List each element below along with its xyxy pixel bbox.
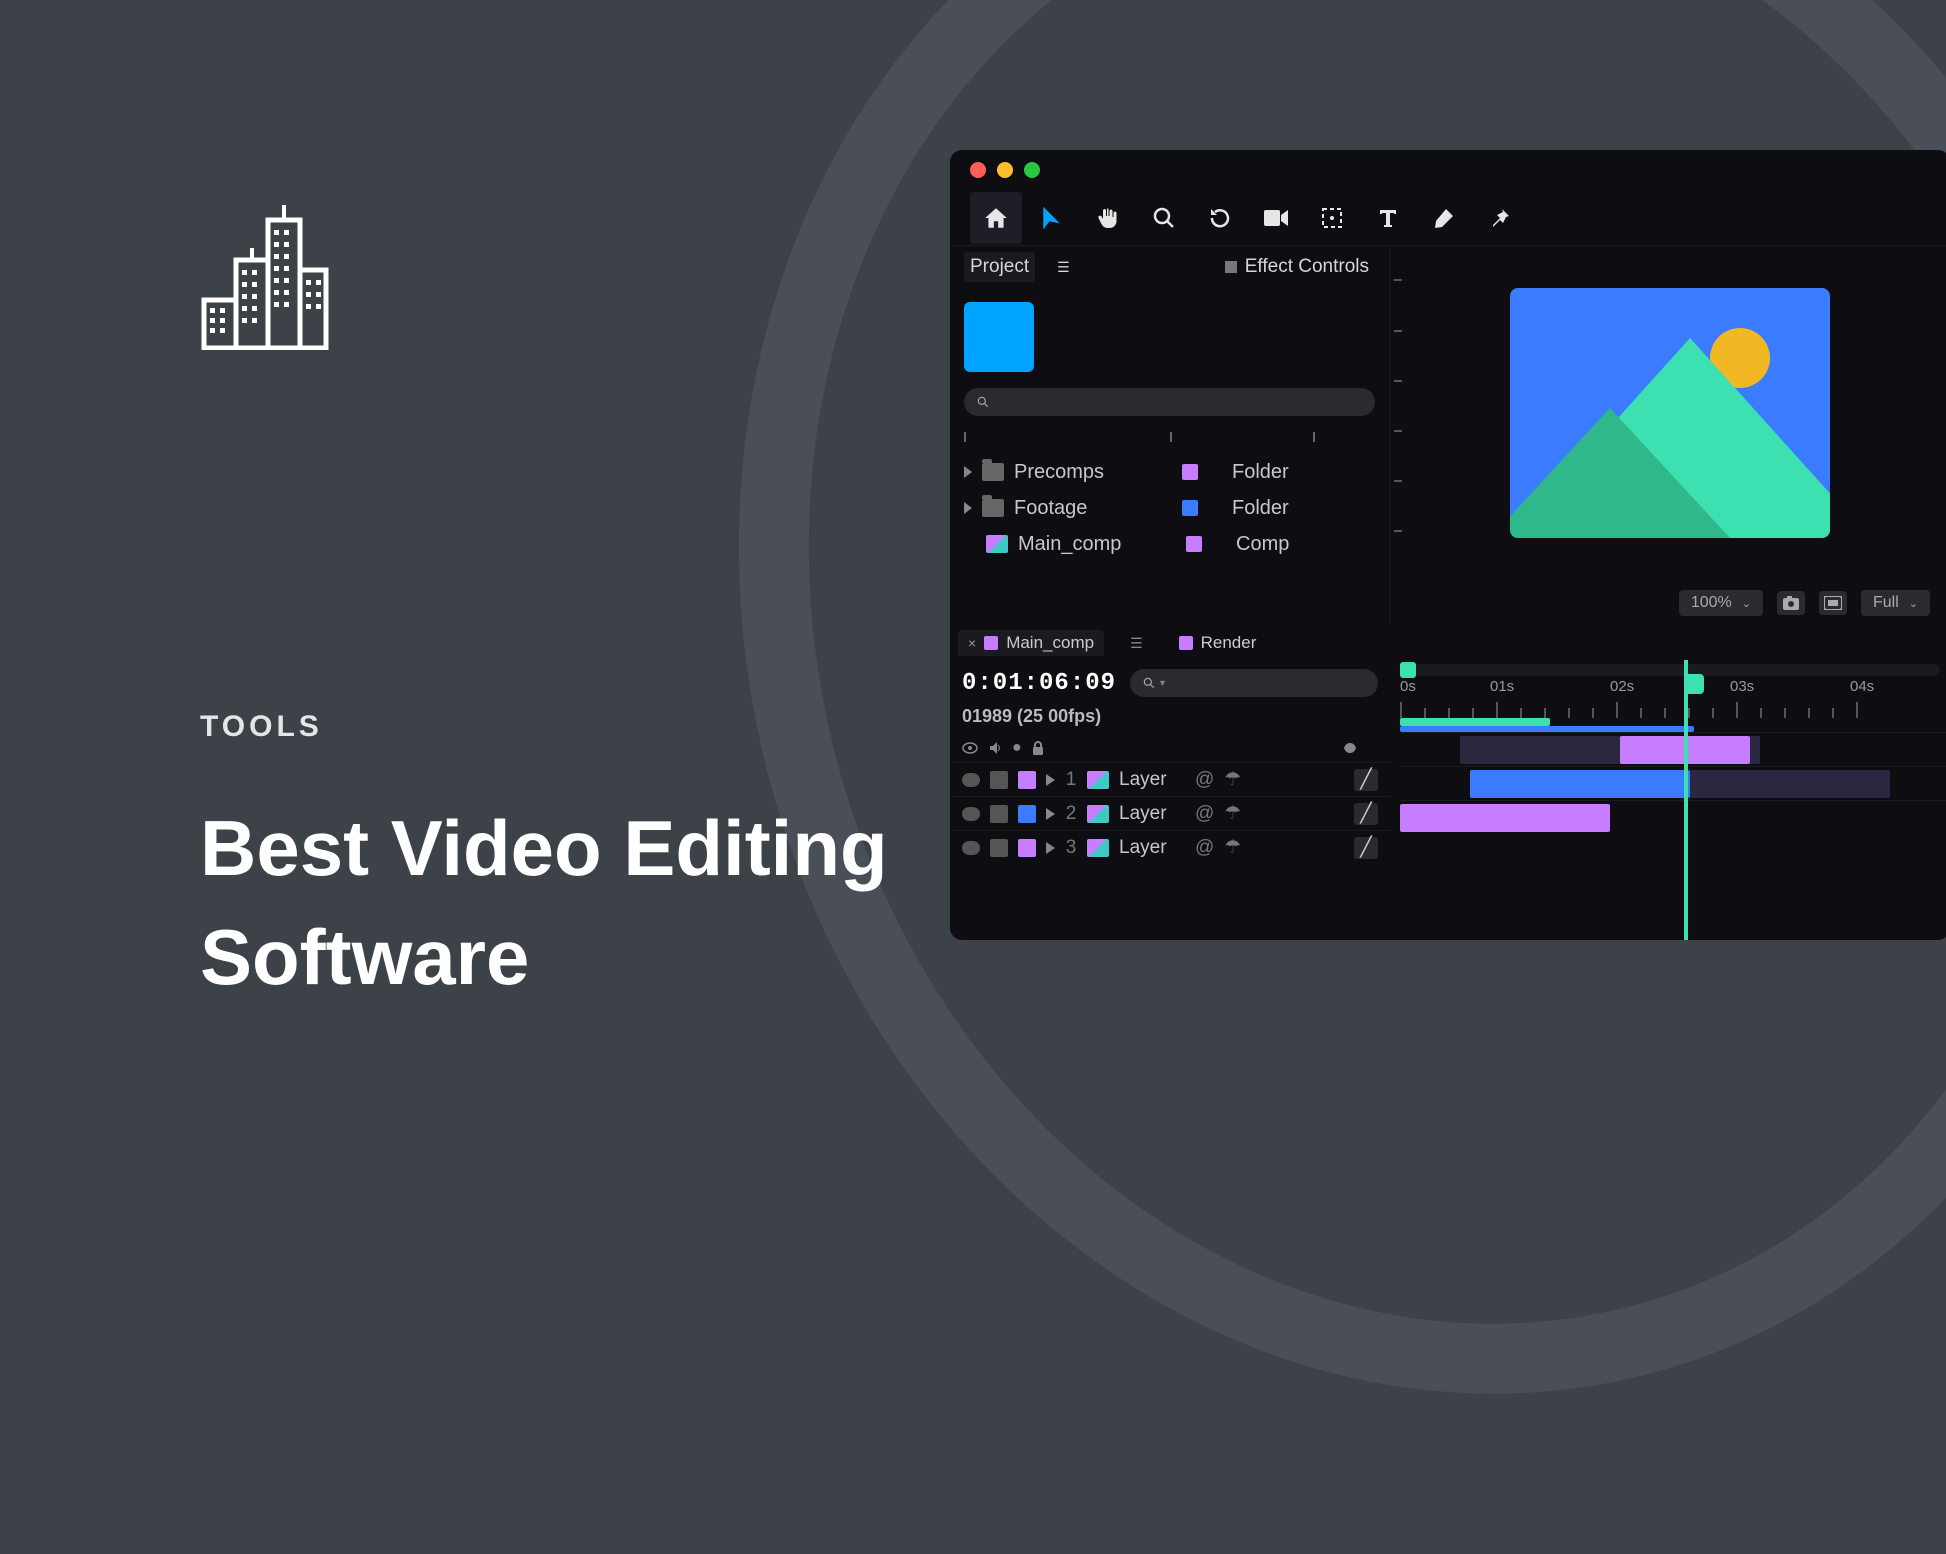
layer-color-swatch[interactable] [1018,771,1036,789]
expand-icon [964,466,972,478]
tab-effect-controls[interactable]: Effect Controls [1219,252,1375,282]
expand-layer-icon[interactable] [1046,774,1055,786]
preview-canvas[interactable] [1510,288,1830,538]
solo-toggle-icon[interactable]: ● [1012,739,1022,757]
solo-box[interactable] [990,805,1008,823]
switch-button[interactable]: ╱ [1354,803,1378,825]
color-swatch [1182,464,1198,480]
quality-dropdown[interactable]: Full⌄ [1861,590,1930,616]
pen-tool[interactable] [1418,192,1470,244]
shy-icon[interactable]: ☂ [1224,768,1241,791]
layer-type-icon [1087,839,1109,857]
layer-row-1[interactable]: 1 Layer @ ☂ ╱ [950,762,1390,796]
timeline-meta: 01989 (25 00fps) [950,706,1390,734]
brand-logo-icon [200,200,900,350]
pin-tool[interactable] [1474,192,1526,244]
layer-row-3[interactable]: 3 Layer @ ☂ ╱ [950,830,1390,864]
folder-icon [982,499,1004,517]
expand-icon [964,502,972,514]
timeline-search-input[interactable]: ▾ [1130,669,1378,697]
timeline-tab-render[interactable]: Render [1169,630,1267,656]
text-tool[interactable] [1362,192,1414,244]
expand-layer-icon[interactable] [1046,808,1055,820]
editor-window: Project ☰ Effect Controls Precomp [950,150,1946,940]
home-tool[interactable] [970,192,1022,244]
work-area-start[interactable] [1400,662,1416,678]
timeline-panel-menu[interactable]: ☰ [1120,632,1153,655]
project-search-input[interactable] [964,388,1375,416]
color-swatch [1186,536,1202,552]
page-title: Best Video Editing Software [200,794,900,1012]
category-label: TOOLS [200,710,900,744]
audio-toggle-icon[interactable] [988,741,1002,755]
color-swatch [1182,500,1198,516]
layer-row-2[interactable]: 2 Layer @ ☂ ╱ [950,796,1390,830]
layer-color-swatch[interactable] [1018,805,1036,823]
preview-panel: 100%⌄ Full⌄ [1390,246,1946,626]
rotate-tool[interactable] [1194,192,1246,244]
selected-thumbnail[interactable] [964,302,1034,372]
display-mode-button[interactable] [1819,591,1847,615]
visibility-toggle-icon[interactable] [962,742,978,754]
toolbar [950,190,1946,246]
layer-color-swatch[interactable] [1018,839,1036,857]
region-tool[interactable] [1306,192,1358,244]
track-1[interactable] [1400,732,1946,766]
at-icon: @ [1195,837,1214,859]
shy-icon[interactable]: ☂ [1224,836,1241,859]
project-item-footage[interactable]: Footage Folder [964,490,1375,526]
solo-box[interactable] [990,839,1008,857]
selection-tool[interactable] [1026,192,1078,244]
window-titlebar [950,150,1946,190]
expand-layer-icon[interactable] [1046,842,1055,854]
zoom-dropdown[interactable]: 100%⌄ [1679,590,1763,616]
tab-close-icon[interactable]: × [968,635,976,651]
visibility-icon[interactable] [962,807,980,821]
search-icon [1142,676,1156,690]
panel-menu-button[interactable]: ☰ [1051,255,1076,280]
visibility-icon[interactable] [962,773,980,787]
comp-icon [986,535,1008,553]
track-3[interactable] [1400,800,1946,834]
camera-tool[interactable] [1250,192,1302,244]
at-icon: @ [1195,769,1214,791]
switch-button[interactable]: ╱ [1354,837,1378,859]
project-item-precomps[interactable]: Precomps Folder [964,454,1375,490]
playhead-line[interactable] [1684,660,1688,940]
timecode-display[interactable]: 0:01:06:09 [962,670,1116,697]
layer-toggle-header: ● [950,734,1390,762]
snapshot-button[interactable] [1777,591,1805,615]
track-2[interactable] [1400,766,1946,800]
visibility-icon[interactable] [962,841,980,855]
project-item-maincomp[interactable]: Main_comp Comp [964,526,1375,562]
zoom-tool[interactable] [1138,192,1190,244]
tab-project[interactable]: Project [964,252,1035,282]
timeline-minibar[interactable] [1400,664,1940,676]
maximize-window-button[interactable] [1024,162,1040,178]
shy-icon[interactable]: ☂ [1224,802,1241,825]
close-window-button[interactable] [970,162,986,178]
project-panel: Project ☰ Effect Controls Precomp [950,246,1390,626]
search-icon [976,395,990,409]
timeline-ruler[interactable]: 0s 01s 02s 03s 04s [1400,678,1940,718]
timeline-tab-maincomp[interactable]: × Main_comp [958,630,1104,656]
at-icon: @ [1195,803,1214,825]
minimize-window-button[interactable] [997,162,1013,178]
shy-toggle-icon[interactable] [1342,741,1358,755]
switch-button[interactable]: ╱ [1354,769,1378,791]
lock-toggle-icon[interactable] [1032,741,1044,755]
timeline-panel: × Main_comp ☰ Render 0:01:06:09 ▾ 0198 [950,626,1946,940]
project-divider [964,430,1375,444]
layer-type-icon [1087,771,1109,789]
solo-box[interactable] [990,771,1008,789]
folder-icon [982,463,1004,481]
preview-vertical-ruler [1390,246,1404,580]
layer-type-icon [1087,805,1109,823]
hand-tool[interactable] [1082,192,1134,244]
